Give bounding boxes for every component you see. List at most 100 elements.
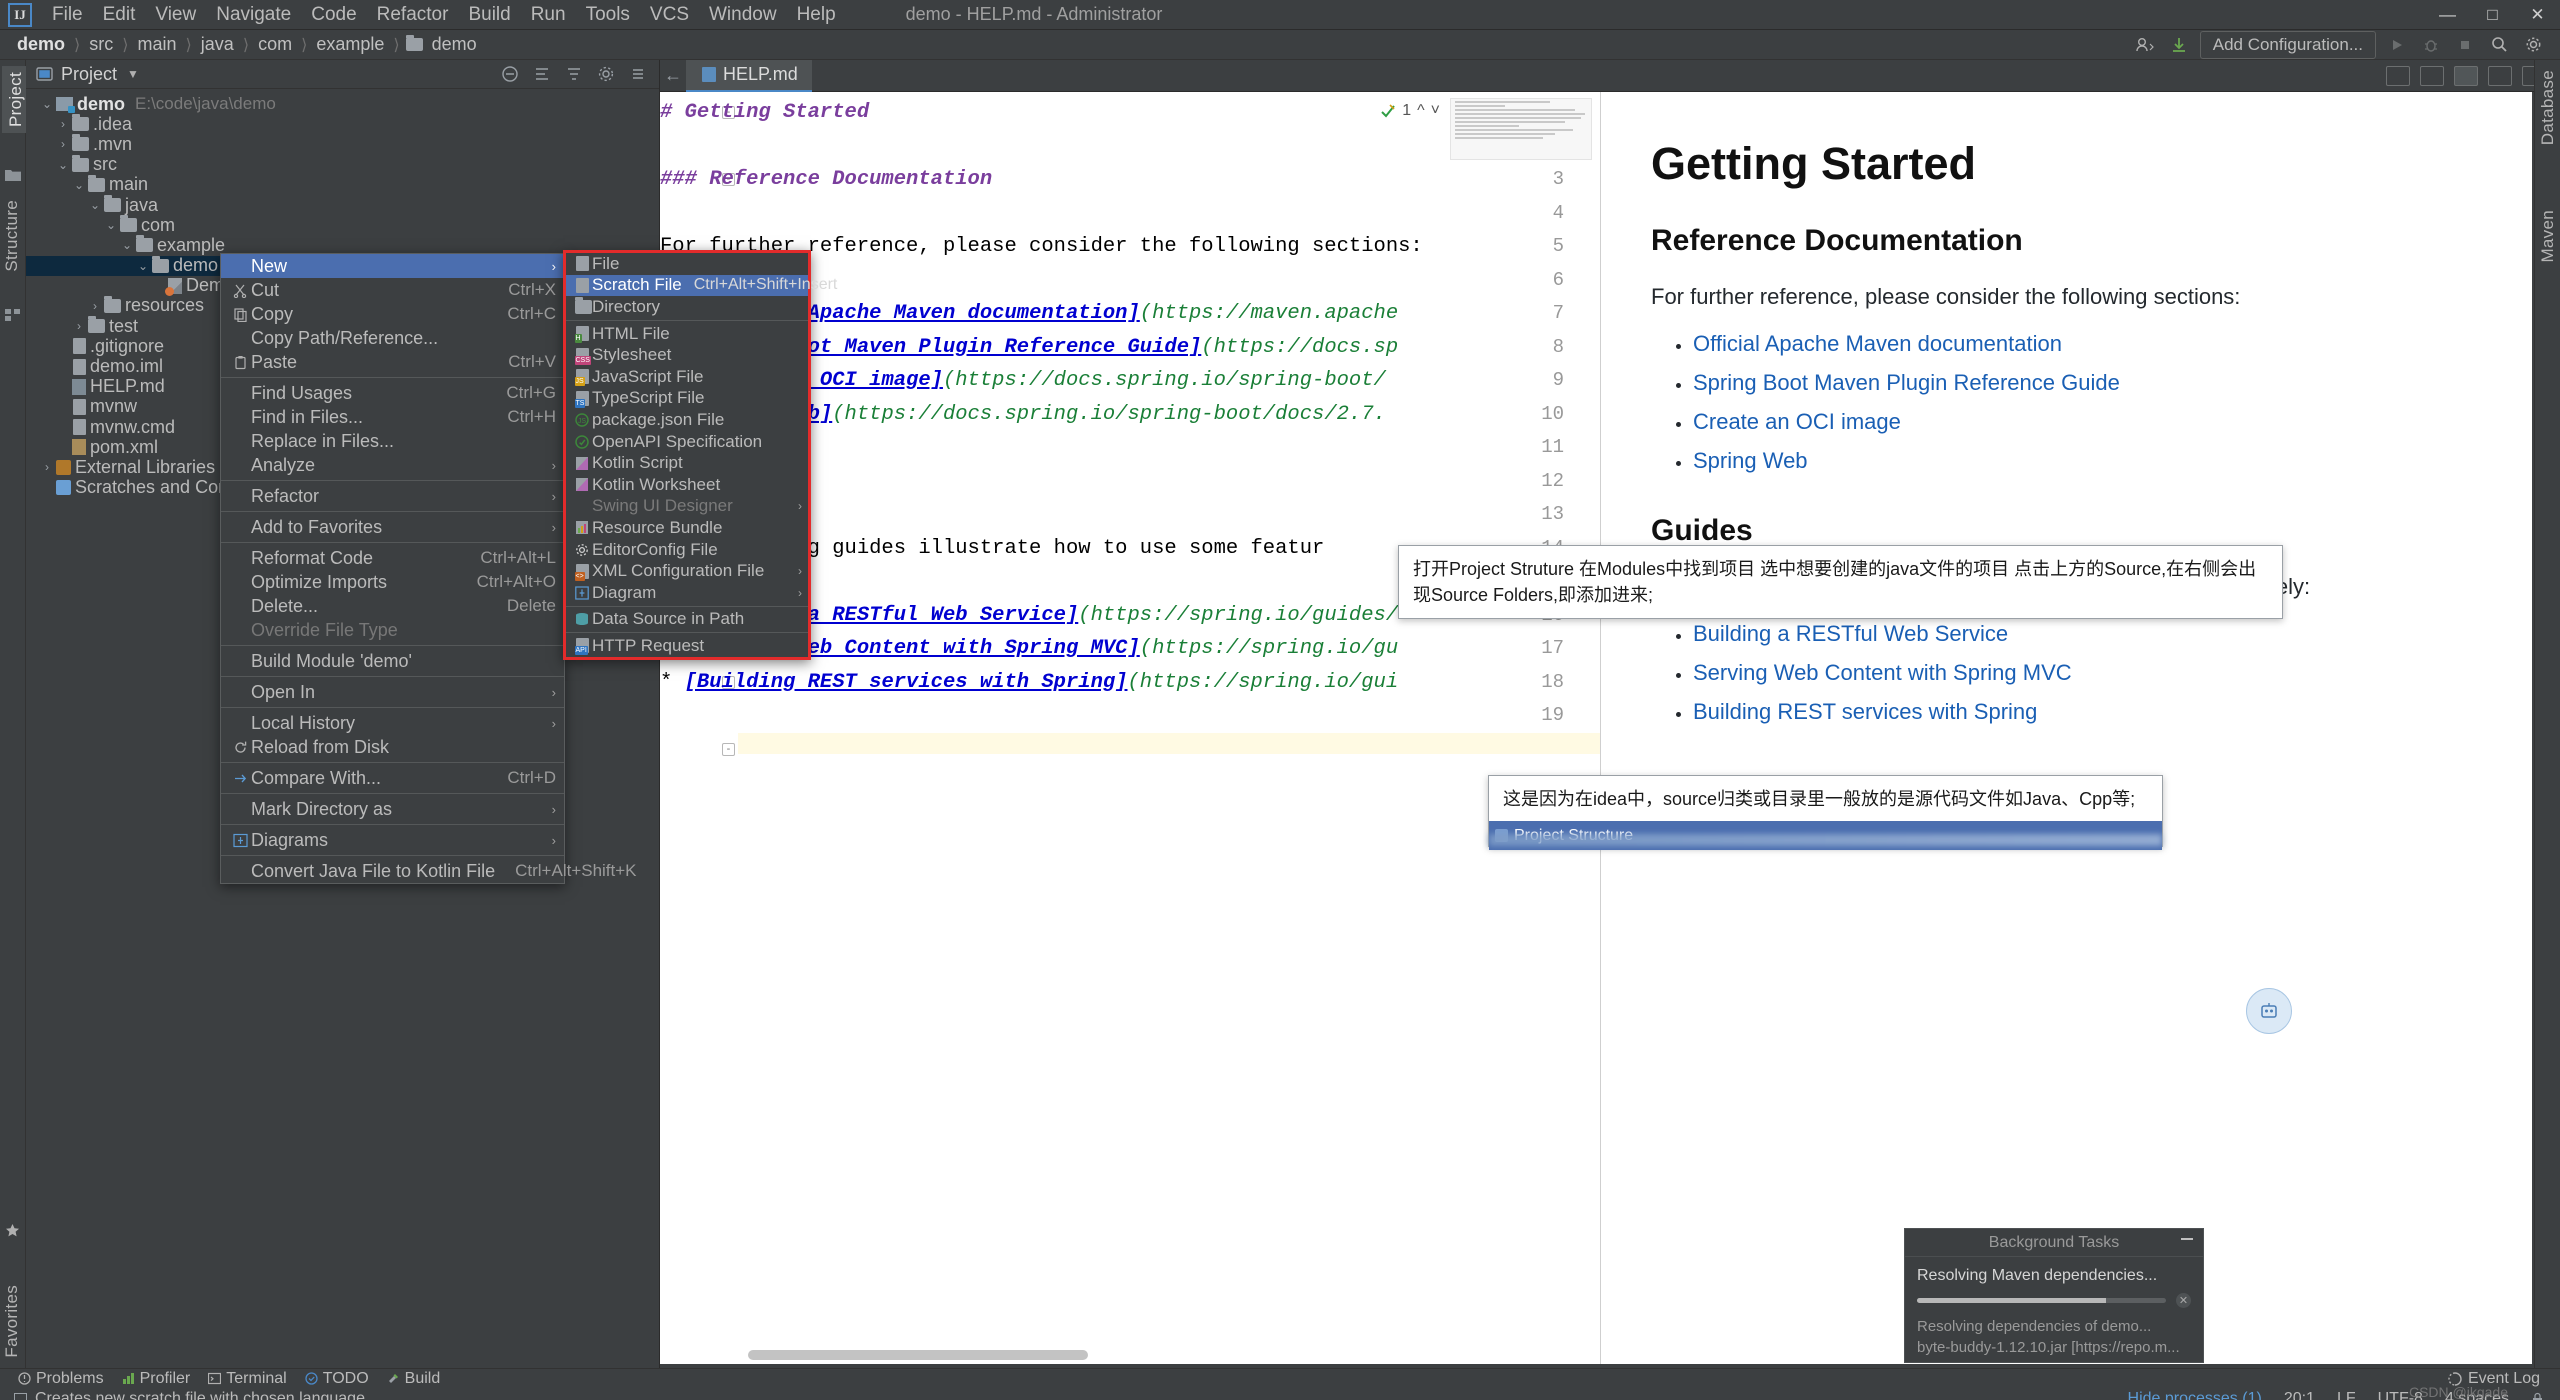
preview-link-spring-web[interactable]: Spring Web	[1693, 448, 1808, 473]
tree-node-src[interactable]: ⌄ src	[26, 154, 659, 175]
lock-icon[interactable]	[2531, 1392, 2544, 1400]
chevron-right-icon[interactable]	[56, 339, 70, 353]
new-submenu-item-directory[interactable]: Directory	[566, 296, 808, 318]
hide-processes-link[interactable]: Hide processes (1)	[2128, 1390, 2262, 1400]
menu-edit[interactable]: Edit	[93, 1, 146, 29]
new-submenu-item-kotlin-worksheet[interactable]: Kotlin Worksheet	[566, 474, 808, 496]
tree-node-demo[interactable]: ⌄ demo E:\code\java\demo	[26, 94, 659, 114]
context-menu-item-delete[interactable]: Delete... Delete	[221, 594, 564, 618]
menu-navigate[interactable]: Navigate	[206, 1, 301, 29]
chevron-down-icon[interactable]: ⌄	[104, 218, 118, 232]
chevron-down-icon[interactable]: ⌄	[120, 238, 134, 252]
menu-view[interactable]: View	[145, 1, 206, 29]
fold-marker[interactable]: -	[722, 742, 735, 756]
view-preview-only-button[interactable]	[2488, 65, 2512, 86]
maximize-icon[interactable]: □	[2470, 0, 2515, 30]
context-menu-item-find-in-files[interactable]: Find in Files... Ctrl+H	[221, 405, 564, 429]
chevron-down-icon[interactable]: ⌄	[72, 178, 86, 192]
context-menu-item-analyze[interactable]: Analyze ›	[221, 453, 564, 477]
back-arrow-icon[interactable]: ←	[660, 65, 686, 86]
preview-link-rest-services[interactable]: Building REST services with Spring	[1693, 699, 2037, 724]
view-split-button[interactable]	[2454, 65, 2478, 86]
tool-window-terminal[interactable]: Terminal	[208, 1370, 287, 1388]
chevron-right-icon[interactable]	[56, 380, 70, 394]
view-editor-only-button[interactable]	[2386, 65, 2410, 86]
new-submenu-item-editorconfig-file[interactable]: EditorConfig File	[566, 539, 808, 561]
chevron-down-icon[interactable]: ˅	[1431, 102, 1440, 120]
breadcrumb-demo-pkg[interactable]: demo	[429, 34, 480, 55]
chevron-right-icon[interactable]	[56, 440, 70, 454]
menu-build[interactable]: Build	[458, 1, 520, 29]
tool-window-profiler[interactable]: Profiler	[122, 1370, 190, 1388]
minimize-icon[interactable]: —	[2425, 0, 2470, 30]
context-menu-item-replace-in-files[interactable]: Replace in Files...	[221, 429, 564, 453]
context-menu-item-convert-java-file-to-kotlin-file[interactable]: Convert Java File to Kotlin File Ctrl+Alt…	[221, 859, 637, 883]
chevron-down-icon[interactable]: ⌄	[56, 158, 70, 172]
context-menu-item-diagrams[interactable]: Diagrams ›	[221, 828, 564, 852]
chevron-right-icon[interactable]: ›	[88, 299, 102, 313]
chevron-right-icon[interactable]: ›	[72, 319, 86, 333]
context-menu-item-local-history[interactable]: Local History ›	[221, 711, 564, 735]
new-submenu-item-xml-configuration-file[interactable]: <> XML Configuration File ›	[566, 560, 808, 582]
breadcrumb-src[interactable]: src	[86, 34, 116, 55]
menu-vcs[interactable]: VCS	[640, 1, 699, 29]
chevron-right-icon[interactable]	[152, 279, 166, 293]
context-menu-item-copy[interactable]: Copy Ctrl+C	[221, 302, 564, 326]
context-menu[interactable]: New › Cut Ctrl+X Copy Ctrl+C Copy Path/Referen…	[220, 253, 637, 884]
chevron-down-icon[interactable]: ⌄	[88, 198, 102, 212]
new-submenu-item-diagram[interactable]: Diagram ›	[566, 582, 808, 604]
breadcrumb-demo[interactable]: demo	[14, 34, 68, 55]
hide-icon[interactable]	[629, 65, 647, 83]
chevron-down-icon[interactable]: ⌄	[40, 97, 54, 111]
stop-icon[interactable]	[2452, 34, 2478, 56]
new-submenu-item-html-file[interactable]: H HTML File	[566, 323, 808, 345]
context-menu-item-build-module-demo[interactable]: Build Module 'demo'	[221, 649, 564, 673]
account-icon[interactable]	[2132, 34, 2158, 56]
breadcrumb-java[interactable]: java	[198, 34, 237, 55]
preview-link-maven-docs[interactable]: Official Apache Maven documentation	[1693, 331, 2062, 356]
breadcrumb-example[interactable]: example	[313, 34, 387, 55]
sort-icon[interactable]	[565, 65, 583, 83]
view-editor-preview-button[interactable]	[2420, 65, 2444, 86]
breadcrumb-com[interactable]: com	[255, 34, 295, 55]
context-menu-item-refactor[interactable]: Refactor ›	[221, 484, 564, 508]
sidebar-tab-maven[interactable]: Maven	[2538, 210, 2558, 263]
cancel-task-icon[interactable]: ✕	[2176, 1293, 2191, 1308]
run-icon[interactable]	[2384, 34, 2410, 56]
preview-scrollbar[interactable]	[2520, 92, 2532, 1364]
chevron-up-icon[interactable]: ^	[1417, 102, 1425, 120]
chevron-right-icon[interactable]	[40, 481, 54, 495]
line-separator[interactable]: LF	[2337, 1390, 2356, 1400]
code-line[interactable]: * [Building REST services with Spring](h…	[660, 671, 1600, 694]
preview-floating-button[interactable]	[2246, 988, 2292, 1034]
context-menu-item-compare-with[interactable]: Compare With... Ctrl+D	[221, 766, 564, 790]
chevron-right-icon[interactable]: ›	[56, 117, 70, 131]
menu-help[interactable]: Help	[787, 1, 846, 29]
menu-file[interactable]: File	[42, 1, 93, 29]
debug-icon[interactable]	[2418, 34, 2444, 56]
settings-gear-icon[interactable]	[2520, 34, 2546, 56]
context-menu-item-copy-path-reference[interactable]: Copy Path/Reference...	[221, 326, 564, 350]
tree-node-com[interactable]: ⌄ com	[26, 215, 659, 235]
preview-link-spring-boot-maven-plugin[interactable]: Spring Boot Maven Plugin Reference Guide	[1693, 370, 2120, 395]
tool-window-todo[interactable]: TODO	[305, 1370, 369, 1388]
tool-window-build[interactable]: Build	[387, 1370, 440, 1388]
context-menu-item-add-to-favorites[interactable]: Add to Favorites ›	[221, 515, 564, 539]
chevron-right-icon[interactable]	[56, 360, 70, 374]
menu-refactor[interactable]: Refactor	[367, 1, 459, 29]
add-configuration-button[interactable]: Add Configuration...	[2199, 30, 2376, 59]
tab-help-md[interactable]: HELP.md	[686, 59, 812, 92]
new-submenu-item-scratch-file[interactable]: Scratch File Ctrl+Alt+Shift+Insert	[566, 274, 837, 297]
context-menu-item-paste[interactable]: Paste Ctrl+V	[221, 350, 564, 374]
context-menu-item-open-in[interactable]: Open In ›	[221, 680, 564, 704]
minimize-icon[interactable]	[2181, 1238, 2193, 1240]
new-submenu-item-openapi-specification[interactable]: OpenAPI Specification	[566, 431, 808, 453]
tool-window-problems[interactable]: Problems	[18, 1370, 104, 1388]
tree-node--mvn[interactable]: › .mvn	[26, 134, 659, 154]
chevron-down-icon[interactable]: ⌄	[136, 259, 150, 273]
caret-position[interactable]: 20:1	[2284, 1390, 2315, 1400]
tree-node-main[interactable]: ⌄ main	[26, 174, 659, 195]
context-menu-item-cut[interactable]: Cut Ctrl+X	[221, 278, 564, 302]
new-submenu[interactable]: File Scratch File Ctrl+Alt+Shift+Insert Dir…	[563, 250, 837, 660]
new-submenu-item-stylesheet[interactable]: CSS Stylesheet	[566, 344, 808, 366]
